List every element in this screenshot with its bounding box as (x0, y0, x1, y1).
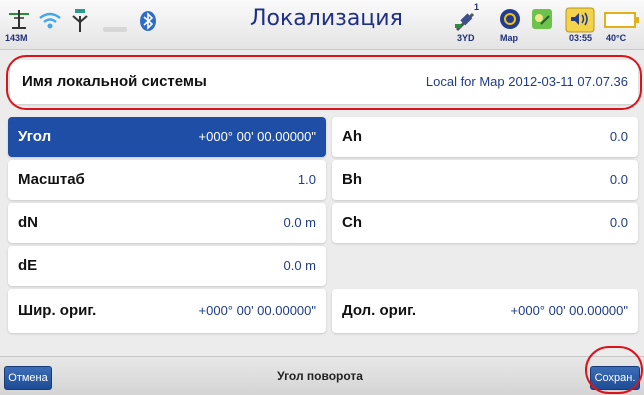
field-origin-lon-label: Дол. ориг. (342, 302, 416, 319)
field-bh-label: Bh (342, 171, 362, 188)
modem-icon[interactable] (103, 20, 127, 38)
field-origin-lon[interactable]: Дол. ориг. +000° 00' 00.00000" (332, 289, 638, 333)
field-angle-label: Угол (18, 128, 52, 145)
temperature: 40°C (606, 33, 627, 43)
field-angle-value: +000° 00' 00.00000" (198, 129, 316, 144)
field-ah[interactable]: Ah 0.0 (332, 117, 638, 157)
field-bh[interactable]: Bh 0.0 (332, 160, 638, 200)
field-ah-label: Ah (342, 128, 362, 145)
radio-antenna-icon[interactable] (69, 8, 91, 39)
battery-icon[interactable] (604, 12, 644, 33)
field-ch[interactable]: Ch 0.0 (332, 203, 638, 243)
highlight-ring (6, 55, 642, 110)
field-ah-value: 0.0 (609, 129, 628, 144)
satellite-label: 3YD (457, 33, 475, 43)
connect-icon[interactable] (531, 8, 553, 35)
field-de[interactable]: dE 0.0 m (8, 246, 326, 286)
field-origin-lat-label: Шир. ориг. (18, 302, 97, 319)
cancel-button[interactable]: Отмена (4, 366, 52, 390)
field-dn[interactable]: dN 0.0 m (8, 203, 326, 243)
field-bh-value: 0.0 (609, 172, 628, 187)
field-de-label: dE (18, 257, 38, 274)
map-label: Map (500, 33, 518, 43)
gnss-range-label: 143M (5, 33, 28, 43)
field-origin-lat-value: +000° 00' 00.00000" (198, 303, 316, 318)
wifi-icon[interactable] (38, 10, 62, 37)
field-de-value: 0.0 m (283, 258, 316, 273)
save-highlight-ring (585, 346, 643, 394)
field-ch-value: 0.0 (609, 215, 628, 230)
map-icon[interactable] (499, 8, 521, 35)
bluetooth-icon[interactable] (138, 10, 158, 37)
field-angle[interactable]: Угол +000° 00' 00.00000" (8, 117, 326, 157)
satellite-count: 1 (474, 2, 480, 12)
field-ch-label: Ch (342, 214, 362, 231)
field-origin-lat[interactable]: Шир. ориг. +000° 00' 00.00000" (8, 289, 326, 333)
field-scale-value: 1.0 (297, 172, 316, 187)
field-dn-value: 0.0 m (283, 215, 316, 230)
field-dn-label: dN (18, 214, 38, 231)
field-scale-label: Масштаб (18, 171, 85, 188)
status-bar: 143M Локализация 1 3YD Map 03:55 40°C (0, 0, 644, 50)
page-title: Локализация (250, 6, 403, 31)
bottom-bar: Отмена Угол поворота Сохран. (0, 356, 644, 395)
field-origin-lon-value: +000° 00' 00.00000" (510, 303, 628, 318)
clock: 03:55 (569, 33, 593, 43)
field-hint: Угол поворота (277, 369, 363, 383)
field-scale[interactable]: Масштаб 1.0 (8, 160, 326, 200)
